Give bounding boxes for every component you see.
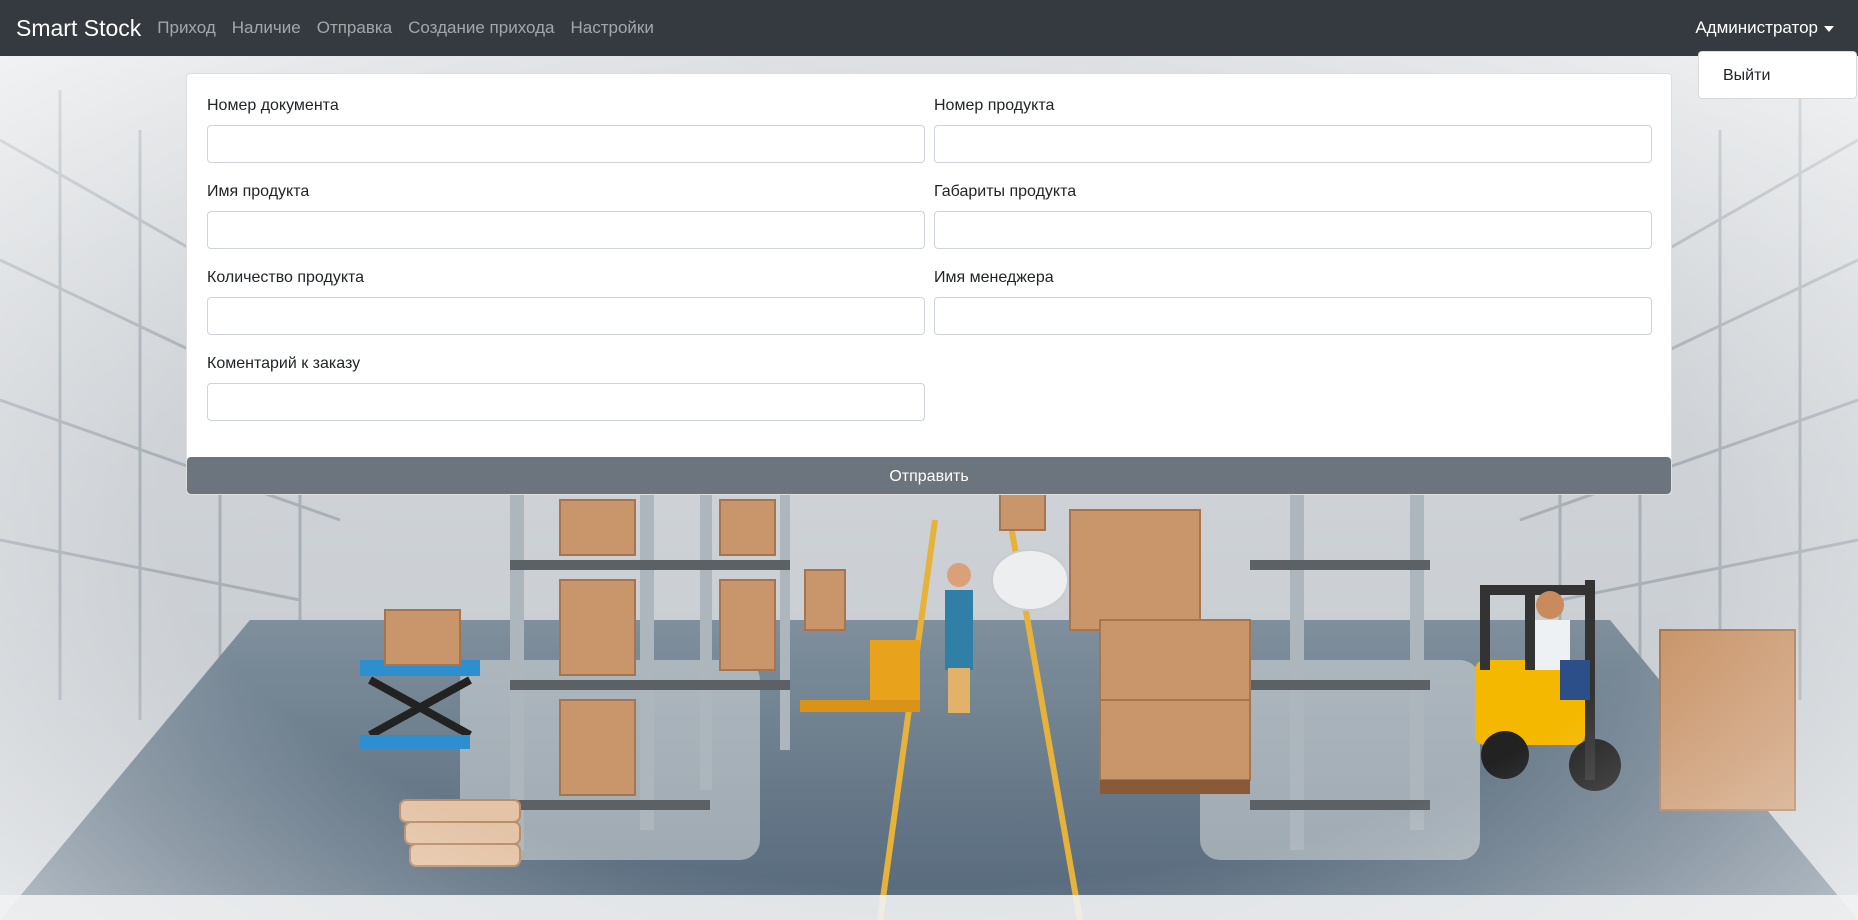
product-quantity-input[interactable] <box>207 297 925 335</box>
document-number-input[interactable] <box>207 125 925 163</box>
brand-logo-link[interactable]: Smart Stock <box>16 15 141 42</box>
top-navbar: Smart Stock Приход Наличие Отправка Созд… <box>0 0 1858 56</box>
product-dimensions-field-group: Габариты продукта <box>934 180 1652 249</box>
order-comment-label: Коментарий к заказу <box>207 355 361 372</box>
nav-link-prihod[interactable]: Приход <box>149 18 223 38</box>
product-name-field-group: Имя продукта <box>207 180 925 249</box>
product-name-input[interactable] <box>207 211 925 249</box>
nav-link-nalichie[interactable]: Наличие <box>224 18 309 38</box>
user-name-label: Администратор <box>1695 18 1818 37</box>
product-dimensions-label: Габариты продукта <box>934 183 1077 200</box>
manager-name-input[interactable] <box>934 297 1652 335</box>
document-number-label: Номер документа <box>207 97 339 114</box>
caret-down-icon <box>1824 26 1834 32</box>
user-dropdown-menu: Выйти <box>1698 51 1857 99</box>
product-quantity-field-group: Количество продукта <box>207 266 925 335</box>
product-number-field-group: Номер продукта <box>934 94 1652 163</box>
manager-name-label: Имя менеджера <box>934 269 1054 286</box>
nav-link-nastroiki[interactable]: Настройки <box>562 18 661 38</box>
nav-link-sozdanie-prihoda[interactable]: Создание прихода <box>400 18 562 38</box>
user-menu-toggle[interactable]: Администратор <box>1695 0 1834 56</box>
product-quantity-label: Количество продукта <box>207 269 365 286</box>
document-number-field-group: Номер документа <box>207 94 925 163</box>
submit-button[interactable]: Отправить <box>187 457 1671 494</box>
logout-menu-item[interactable]: Выйти <box>1699 61 1856 91</box>
nav-link-otpravka[interactable]: Отправка <box>309 18 400 38</box>
product-number-label: Номер продукта <box>934 97 1055 114</box>
product-number-input[interactable] <box>934 125 1652 163</box>
product-name-label: Имя продукта <box>207 183 310 200</box>
incoming-order-form: Номер документа Номер продукта Имя проду… <box>186 73 1672 495</box>
nav-links: Приход Наличие Отправка Создание прихода… <box>149 18 662 38</box>
manager-name-field-group: Имя менеджера <box>934 266 1652 335</box>
order-comment-field-group: Коментарий к заказу <box>207 352 925 421</box>
product-dimensions-input[interactable] <box>934 211 1652 249</box>
order-comment-input[interactable] <box>207 383 925 421</box>
